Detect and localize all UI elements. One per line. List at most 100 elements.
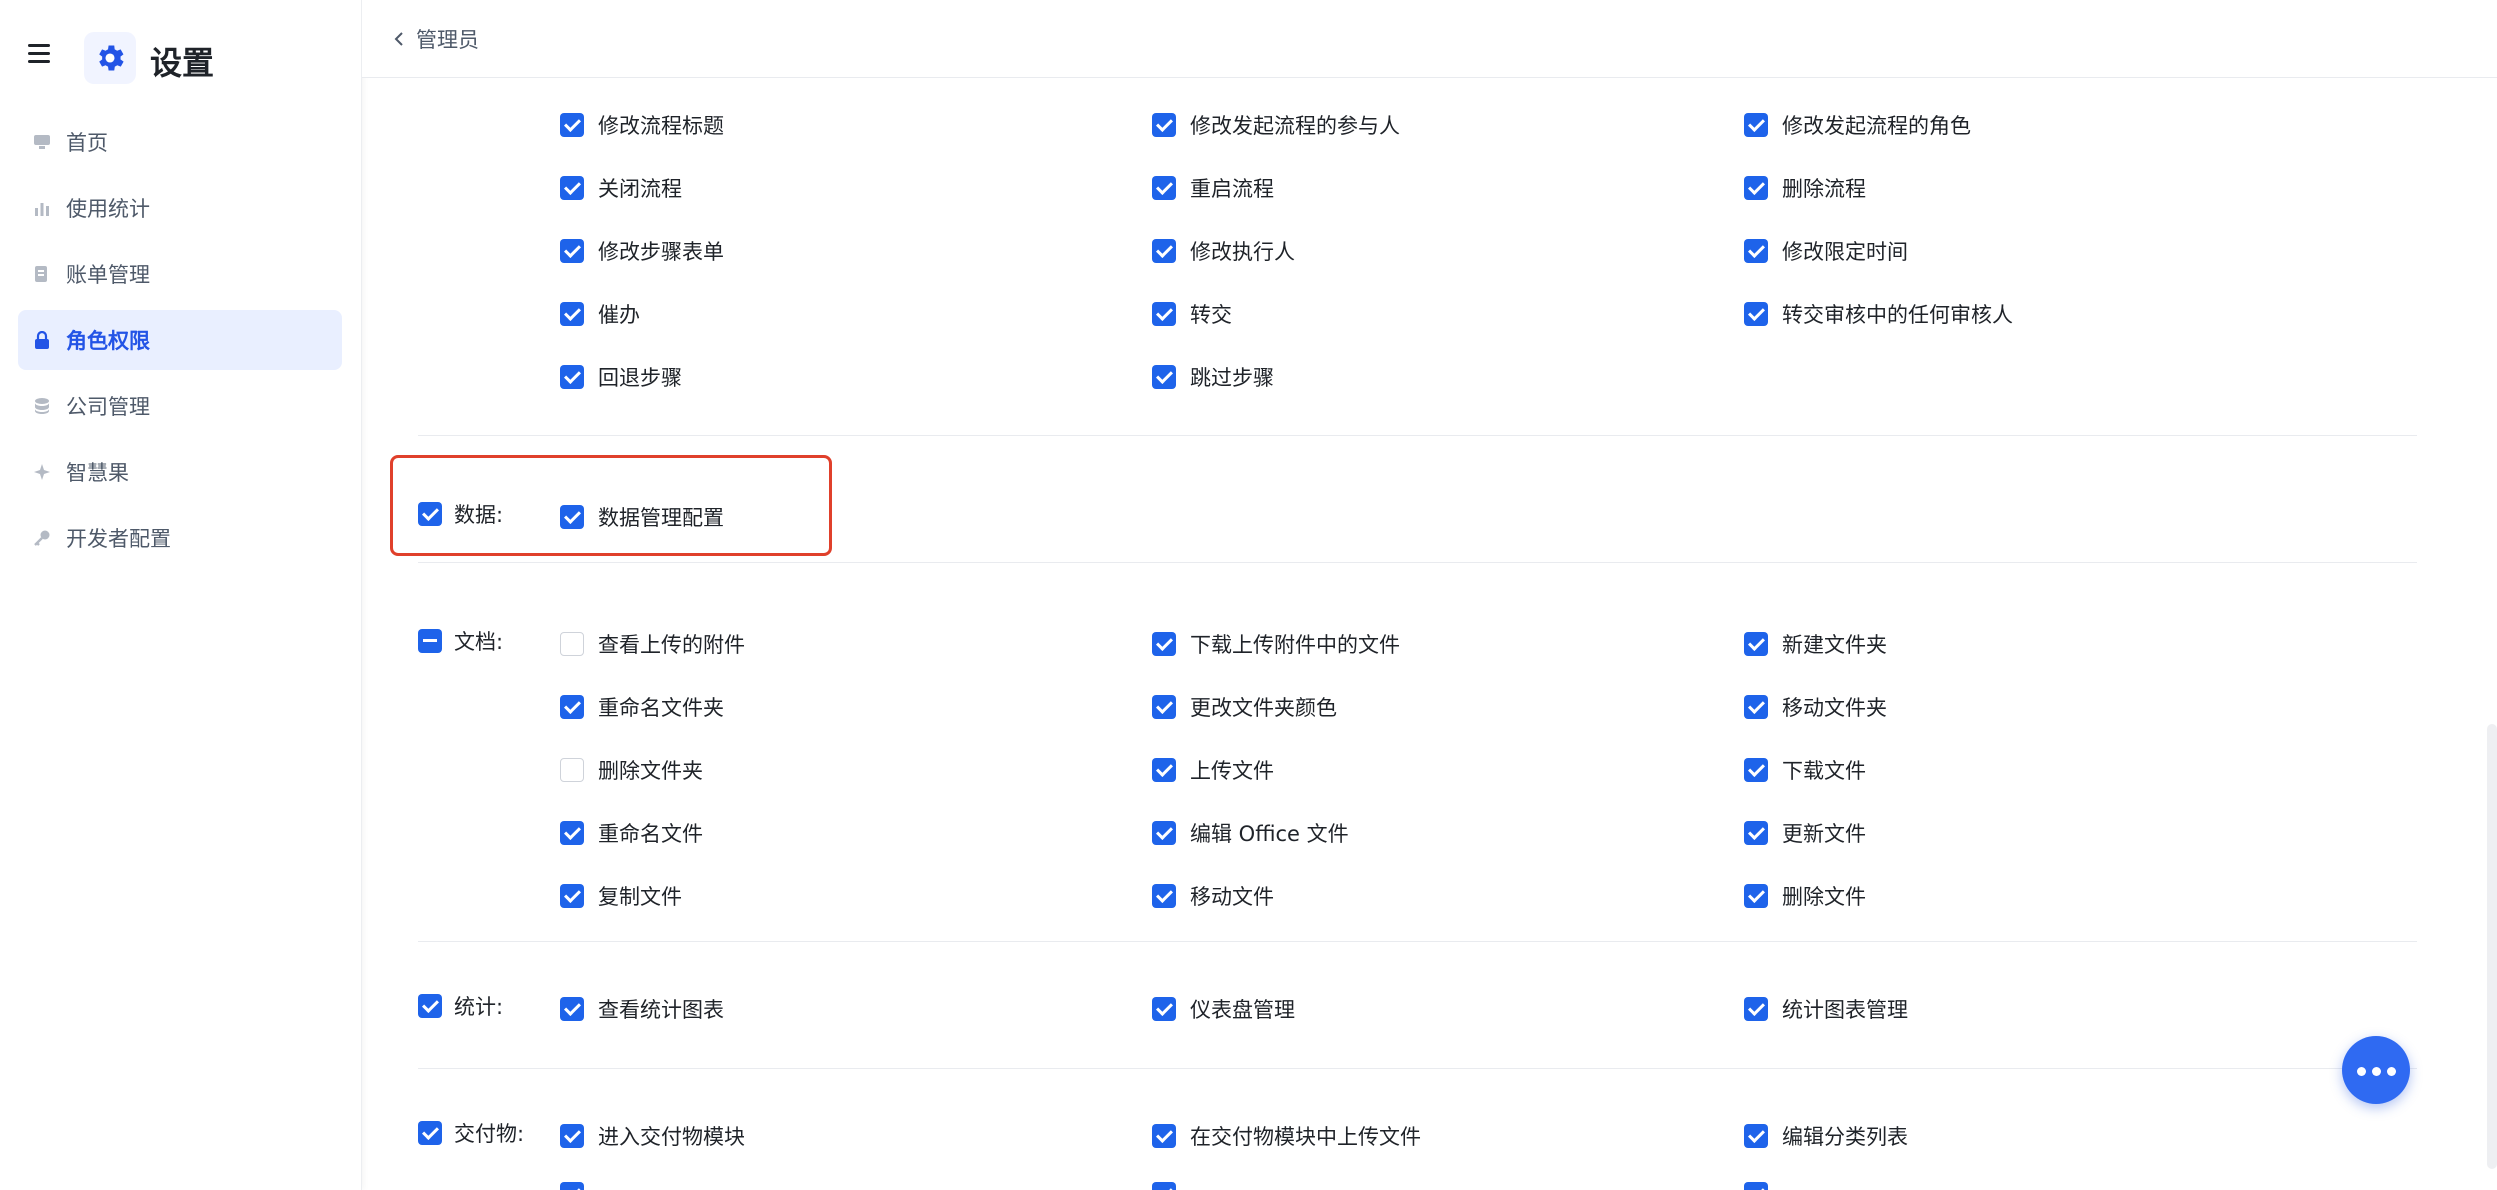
checkbox[interactable] [1152, 884, 1176, 908]
checkbox[interactable] [1744, 176, 1768, 200]
permission-item[interactable]: 编辑 Office 文件 [1152, 818, 1349, 848]
permission-item[interactable]: 编辑分类列表 [1744, 1121, 1908, 1151]
permission-item[interactable]: 移动文件 [1152, 881, 1274, 911]
checkbox[interactable] [1152, 695, 1176, 719]
checkbox[interactable] [1152, 302, 1176, 326]
checkbox[interactable] [1152, 1182, 1176, 1190]
permission-item[interactable]: 修改执行人 [1152, 236, 1295, 266]
permission-item[interactable] [560, 1182, 584, 1190]
permission-item[interactable]: 重命名文件 [560, 818, 703, 848]
sidebar-item-billing[interactable]: 账单管理 [18, 244, 342, 304]
checkbox[interactable] [1744, 997, 1768, 1021]
permission-item[interactable]: 上传文件 [1152, 755, 1274, 785]
checkbox[interactable] [560, 1182, 584, 1190]
checkbox[interactable] [1744, 239, 1768, 263]
permission-item[interactable]: 修改流程标题 [560, 110, 724, 140]
permission-item[interactable]: 下载文件 [1744, 755, 1866, 785]
permission-item[interactable]: 删除文件夹 [560, 755, 703, 785]
permission-item[interactable]: 查看上传的附件 [560, 629, 745, 659]
checkbox[interactable] [560, 176, 584, 200]
category-checkbox[interactable] [418, 629, 442, 653]
permission-item[interactable]: 进入交付物模块 [560, 1121, 745, 1151]
permission-item[interactable]: 更改文件夹颜色 [1152, 692, 1337, 722]
checkbox[interactable] [1152, 821, 1176, 845]
permission-item[interactable]: 回退步骤 [560, 362, 682, 392]
permission-item[interactable]: 转交 [1152, 299, 1232, 329]
permission-item[interactable]: 重命名文件夹 [560, 692, 724, 722]
checkbox[interactable] [1744, 113, 1768, 137]
permission-item[interactable]: 修改限定时间 [1744, 236, 1908, 266]
permission-item[interactable] [1744, 1182, 1768, 1190]
permission-item[interactable]: 移动文件夹 [1744, 692, 1887, 722]
checkbox[interactable] [1744, 302, 1768, 326]
back-button[interactable]: 管理员 [392, 24, 479, 54]
checkbox[interactable] [1152, 758, 1176, 782]
checkbox[interactable] [560, 884, 584, 908]
checkbox[interactable] [1744, 758, 1768, 782]
checkbox[interactable] [560, 302, 584, 326]
checkbox[interactable] [560, 821, 584, 845]
menu-icon[interactable] [28, 44, 54, 64]
checkbox[interactable] [560, 758, 584, 782]
checkbox[interactable] [1152, 1124, 1176, 1148]
permission-item[interactable]: 复制文件 [560, 881, 682, 911]
checkbox[interactable] [560, 113, 584, 137]
permission-item[interactable]: 关闭流程 [560, 173, 682, 203]
permission-item[interactable]: 更新文件 [1744, 818, 1866, 848]
category-checkbox[interactable] [418, 1121, 442, 1145]
permission-item[interactable]: 修改发起流程的角色 [1744, 110, 1971, 140]
permission-item[interactable]: 查看统计图表 [560, 994, 724, 1024]
permission-item[interactable]: 重启流程 [1152, 173, 1274, 203]
sidebar-item-role-permissions[interactable]: 角色权限 [18, 310, 342, 370]
permission-item[interactable]: 修改发起流程的参与人 [1152, 110, 1400, 140]
permission-item[interactable]: 下载上传附件中的文件 [1152, 629, 1400, 659]
permission-item[interactable]: 删除文件 [1744, 881, 1866, 911]
checkbox[interactable] [1152, 997, 1176, 1021]
sidebar-item-company[interactable]: 公司管理 [18, 376, 342, 436]
sidebar-item-label: 首页 [66, 131, 108, 155]
sidebar-item-smart-fruit[interactable]: 智慧果 [18, 442, 342, 502]
permission-item[interactable]: 转交审核中的任何审核人 [1744, 299, 2013, 329]
permission-item[interactable] [1152, 1182, 1176, 1190]
scrollbar[interactable] [2487, 724, 2497, 1169]
sidebar-item-developer[interactable]: 开发者配置 [18, 508, 342, 568]
permission-item[interactable]: 统计图表管理 [1744, 994, 1908, 1024]
permission-item[interactable]: 跳过步骤 [1152, 362, 1274, 392]
checkbox[interactable] [1744, 1124, 1768, 1148]
checkbox[interactable] [560, 997, 584, 1021]
checkbox[interactable] [1744, 884, 1768, 908]
checkbox[interactable] [1744, 821, 1768, 845]
checkbox[interactable] [560, 632, 584, 656]
permission-item[interactable]: 仪表盘管理 [1152, 994, 1295, 1024]
checkbox[interactable] [560, 365, 584, 389]
category-checkbox[interactable] [418, 994, 442, 1018]
sidebar-item-label: 使用统计 [66, 197, 150, 221]
checkbox[interactable] [1152, 113, 1176, 137]
permission-item[interactable]: 催办 [560, 299, 640, 329]
permissions-content: 修改流程标题 修改发起流程的参与人 修改发起流程的角色 关闭流程 重启流程 删除… [362, 79, 2497, 1190]
checkbox[interactable] [1744, 632, 1768, 656]
checkbox[interactable] [1152, 632, 1176, 656]
highlight-box [390, 455, 832, 556]
sidebar-item-usage-stats[interactable]: 使用统计 [18, 178, 342, 238]
sidebar: 设置 首页 使用统计 账单管理 角色权限 公司管理 智慧果 开发者配置 [0, 0, 362, 1190]
checkbox[interactable] [1152, 239, 1176, 263]
checkbox[interactable] [560, 1124, 584, 1148]
checkbox[interactable] [560, 239, 584, 263]
category-deliverables[interactable]: 交付物: [418, 1118, 524, 1148]
more-icon [2354, 1061, 2399, 1080]
checkbox[interactable] [1744, 1182, 1768, 1190]
permission-item[interactable]: 新建文件夹 [1744, 629, 1887, 659]
sidebar-item-home[interactable]: 首页 [18, 112, 342, 172]
more-actions-button[interactable] [2342, 1036, 2410, 1104]
category-stats[interactable]: 统计: [418, 991, 503, 1021]
permission-item[interactable]: 修改步骤表单 [560, 236, 724, 266]
permission-item[interactable]: 删除流程 [1744, 173, 1866, 203]
chevron-left-icon [394, 32, 403, 46]
permission-item[interactable]: 在交付物模块中上传文件 [1152, 1121, 1421, 1151]
checkbox[interactable] [560, 695, 584, 719]
checkbox[interactable] [1152, 365, 1176, 389]
checkbox[interactable] [1744, 695, 1768, 719]
category-documents[interactable]: 文档: [418, 626, 503, 656]
checkbox[interactable] [1152, 176, 1176, 200]
